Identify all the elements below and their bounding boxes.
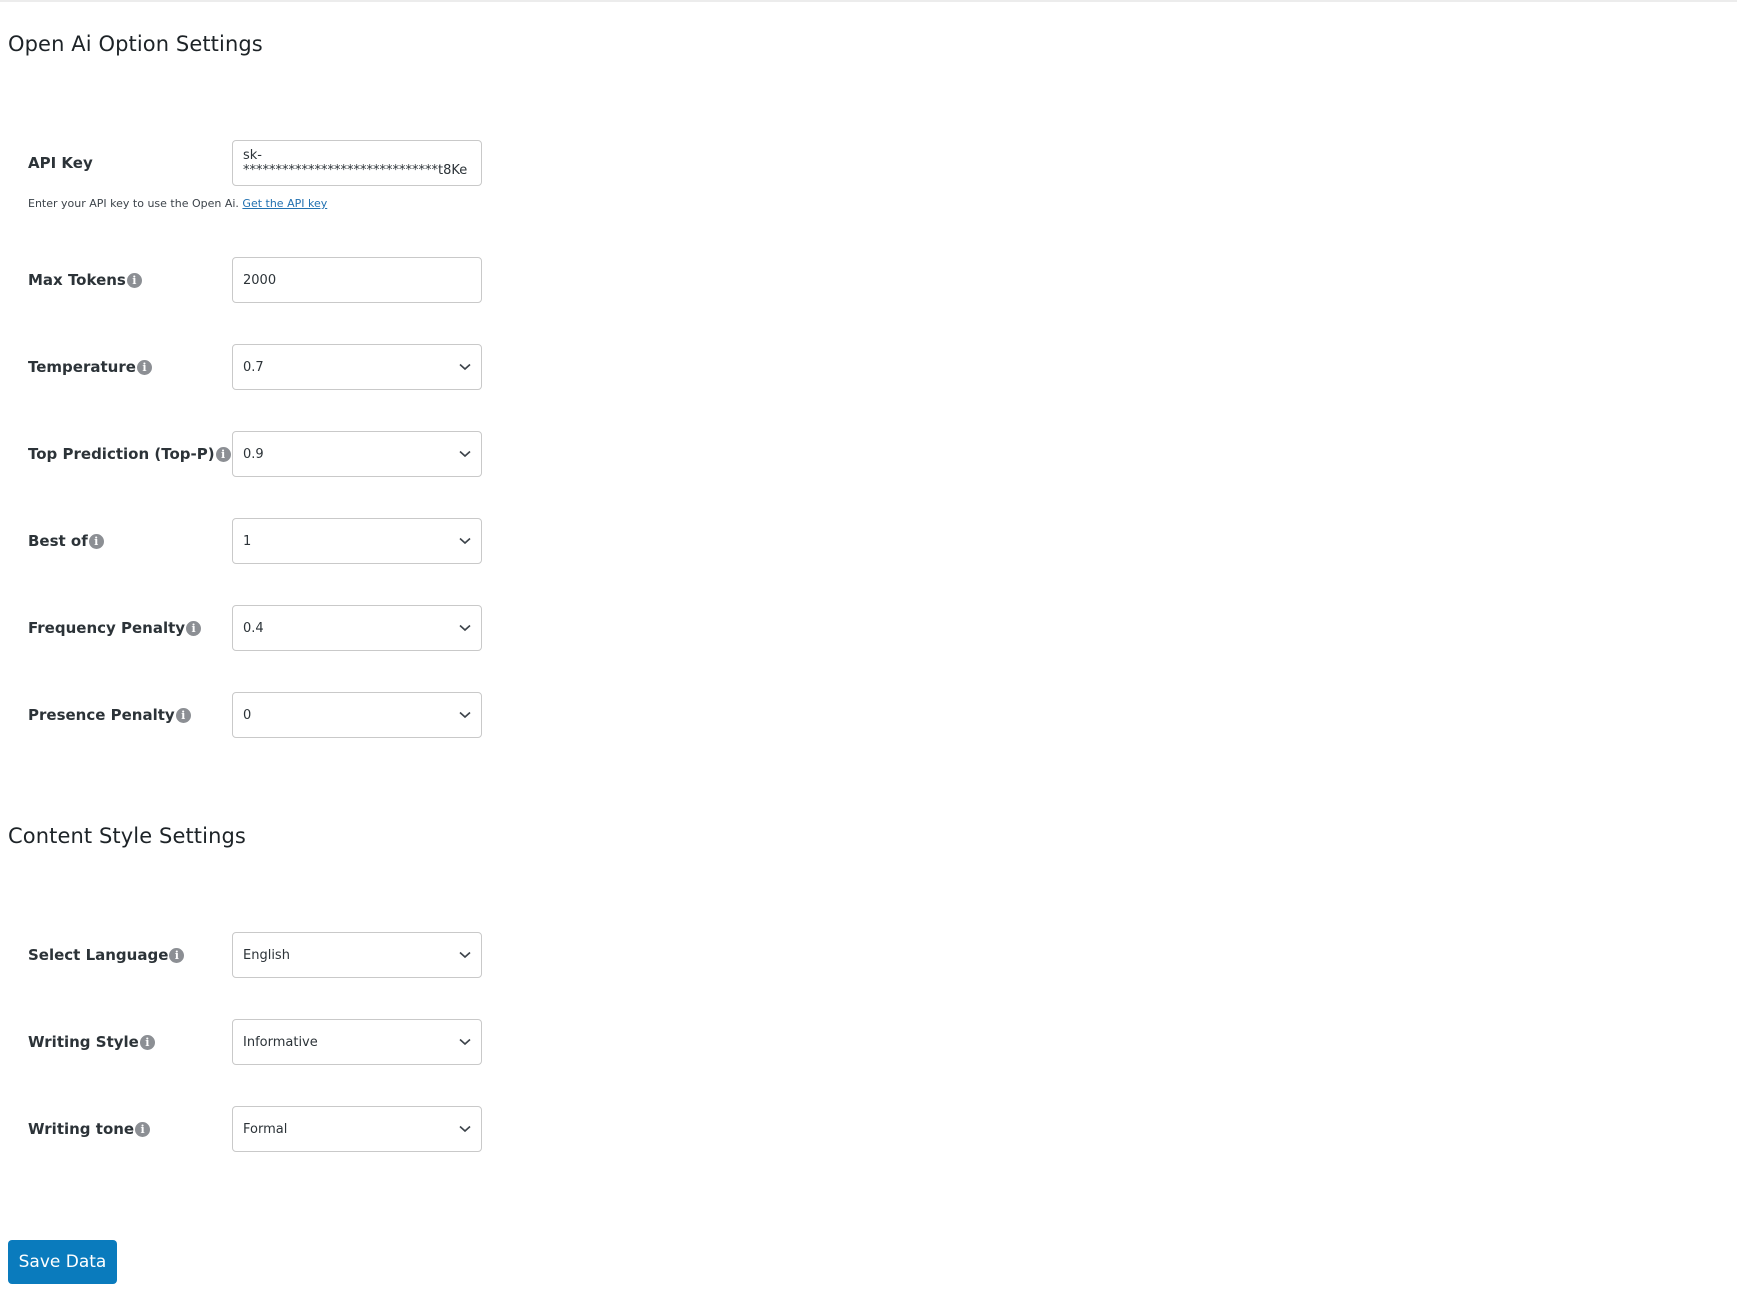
presence-penalty-label: Presence Penalty i <box>28 692 191 738</box>
frequency-penalty-select[interactable]: 0.4 <box>232 605 482 651</box>
max-tokens-label: Max Tokens i <box>28 257 142 303</box>
info-icon[interactable]: i <box>169 947 185 963</box>
api-key-input[interactable]: sk-******************************t8Ke <box>232 140 482 186</box>
frequency-penalty-row: Frequency Penalty i 0.4 <box>0 605 520 651</box>
api-key-row: API Key sk-*****************************… <box>0 140 520 186</box>
chevron-down-icon <box>459 1038 471 1046</box>
temperature-label: Temperature i <box>28 344 152 390</box>
max-tokens-input[interactable]: 2000 <box>232 257 482 303</box>
top-p-row: Top Prediction (Top-P) i 0.9 <box>0 431 520 477</box>
frequency-penalty-label: Frequency Penalty i <box>28 605 202 651</box>
presence-penalty-row: Presence Penalty i 0 <box>0 692 520 738</box>
writing-style-row: Writing Style i Informative <box>0 1019 520 1065</box>
max-tokens-row: Max Tokens i 2000 <box>0 257 520 303</box>
writing-tone-select[interactable]: Formal <box>232 1106 482 1152</box>
info-icon[interactable]: i <box>139 1034 155 1050</box>
settings-page: Open Ai Option Settings API Key sk-*****… <box>0 0 1737 1293</box>
writing-tone-label: Writing tone i <box>28 1106 151 1152</box>
chevron-down-icon <box>459 711 471 719</box>
info-icon[interactable]: i <box>136 359 152 375</box>
temperature-select[interactable]: 0.7 <box>232 344 482 390</box>
best-of-label: Best of i <box>28 518 104 564</box>
writing-style-select[interactable]: Informative <box>232 1019 482 1065</box>
chevron-down-icon <box>459 363 471 371</box>
openai-settings-title: Open Ai Option Settings <box>8 32 263 56</box>
presence-penalty-select[interactable]: 0 <box>232 692 482 738</box>
info-icon[interactable]: i <box>215 446 231 462</box>
chevron-down-icon <box>459 951 471 959</box>
top-p-label: Top Prediction (Top-P) i <box>28 431 231 477</box>
info-icon[interactable]: i <box>135 1121 151 1137</box>
language-label: Select Language i <box>28 932 185 978</box>
api-key-help: Enter your API key to use the Open Ai. G… <box>28 197 328 210</box>
info-icon[interactable]: i <box>88 533 104 549</box>
top-p-select[interactable]: 0.9 <box>232 431 482 477</box>
chevron-down-icon <box>459 1125 471 1133</box>
save-data-button[interactable]: Save Data <box>8 1240 117 1284</box>
info-icon[interactable]: i <box>186 620 202 636</box>
language-select[interactable]: English <box>232 932 482 978</box>
chevron-down-icon <box>459 450 471 458</box>
info-icon[interactable]: i <box>126 272 142 288</box>
content-style-settings-title: Content Style Settings <box>8 824 246 848</box>
api-key-label: API Key <box>28 154 93 172</box>
best-of-row: Best of i 1 <box>0 518 520 564</box>
writing-tone-row: Writing tone i Formal <box>0 1106 520 1152</box>
best-of-select[interactable]: 1 <box>232 518 482 564</box>
chevron-down-icon <box>459 537 471 545</box>
chevron-down-icon <box>459 624 471 632</box>
temperature-row: Temperature i 0.7 <box>0 344 520 390</box>
language-row: Select Language i English <box>0 932 520 978</box>
info-icon[interactable]: i <box>175 707 191 723</box>
get-api-key-link[interactable]: Get the API key <box>242 197 327 210</box>
writing-style-label: Writing Style i <box>28 1019 155 1065</box>
